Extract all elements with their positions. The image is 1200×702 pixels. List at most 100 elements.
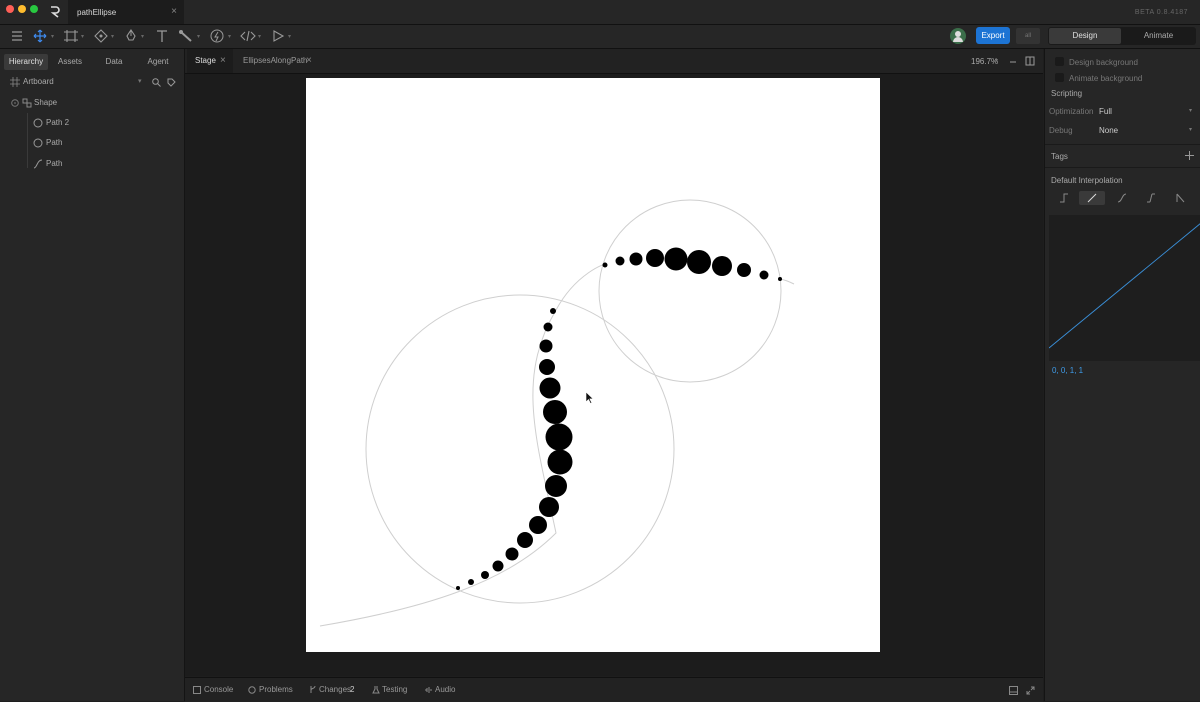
problems-tab[interactable]: Problems <box>259 685 293 694</box>
path-ellipse[interactable] <box>505 547 519 561</box>
path-ellipse[interactable] <box>664 247 688 271</box>
chevron-down-icon[interactable]: ▾ <box>141 33 144 40</box>
small-circle-path[interactable] <box>598 199 782 383</box>
expand-toggle-icon[interactable] <box>11 99 19 107</box>
path-ellipse[interactable] <box>646 249 664 267</box>
tab-animate[interactable]: Animate <box>1122 28 1195 44</box>
move-icon[interactable] <box>32 29 48 43</box>
animate-background-checkbox[interactable] <box>1055 73 1064 82</box>
path-ellipse[interactable] <box>687 250 711 274</box>
path-ellipse[interactable] <box>550 308 556 314</box>
artboard[interactable] <box>306 78 880 652</box>
frame-icon[interactable] <box>63 29 79 43</box>
path-ellipse[interactable] <box>737 263 751 277</box>
cubic-interpolation-button[interactable] <box>1109 191 1135 205</box>
path-ellipse[interactable] <box>543 322 553 332</box>
large-circle-path[interactable] <box>365 294 675 604</box>
tree-item-path-curve[interactable]: Path <box>0 154 184 174</box>
expand-icon[interactable] <box>1026 686 1035 695</box>
path-ellipse[interactable] <box>539 377 561 399</box>
chevron-down-icon[interactable]: ▾ <box>258 33 261 40</box>
path-ellipse[interactable] <box>759 270 769 280</box>
optimization-select[interactable]: Full <box>1099 107 1112 116</box>
path-ellipse[interactable] <box>712 256 732 276</box>
path-ellipse[interactable] <box>539 497 559 517</box>
path-ellipse[interactable] <box>517 532 533 548</box>
chevron-down-icon[interactable]: ▾ <box>1189 126 1192 133</box>
interpolation-curve-editor[interactable] <box>1048 215 1200 361</box>
tab-hierarchy[interactable]: Hierarchy <box>4 54 48 70</box>
path-ellipse[interactable] <box>778 277 782 281</box>
linear-interpolation-button[interactable] <box>1079 191 1105 205</box>
debug-select[interactable]: None <box>1099 126 1118 135</box>
path-ellipse[interactable] <box>545 423 573 451</box>
chevron-down-icon[interactable]: ▾ <box>228 33 231 40</box>
split-view-icon[interactable] <box>1025 56 1035 66</box>
tab-ellipses-along-path[interactable]: EllipsesAlongPath × <box>237 49 319 73</box>
path-ellipse[interactable] <box>543 400 567 424</box>
tab-assets[interactable]: Assets <box>48 54 92 70</box>
tab-design[interactable]: Design <box>1049 28 1121 44</box>
path-ellipse[interactable] <box>492 560 504 572</box>
minimize-window-button[interactable] <box>18 5 26 13</box>
path-ellipse[interactable] <box>629 252 643 266</box>
design-background-checkbox[interactable] <box>1055 57 1064 66</box>
close-tab-icon[interactable]: × <box>306 49 312 73</box>
artboard-row[interactable]: Artboard ▾ <box>0 72 184 92</box>
chevron-down-icon[interactable]: ▾ <box>81 33 84 40</box>
chevron-down-icon[interactable]: ▾ <box>197 33 200 40</box>
tag-icon[interactable] <box>167 78 176 87</box>
chevron-down-icon[interactable]: ▾ <box>51 33 54 40</box>
tree-item-path[interactable]: Path <box>0 133 184 153</box>
elastic-interpolation-button[interactable] <box>1138 191 1164 205</box>
path-ellipse[interactable] <box>456 586 460 590</box>
export-button[interactable]: Export <box>976 27 1010 44</box>
chevron-down-icon[interactable]: ▾ <box>138 72 142 92</box>
path-ellipse[interactable] <box>602 262 608 268</box>
path-ellipse[interactable] <box>615 256 625 266</box>
audio-tab[interactable]: Audio <box>435 685 455 694</box>
bolt-icon[interactable] <box>209 29 225 43</box>
guide-path-tail[interactable] <box>779 278 795 285</box>
minimize-panel-icon[interactable] <box>1008 57 1018 67</box>
chevron-down-icon[interactable]: ▾ <box>1189 107 1192 114</box>
interpolation-value[interactable]: 0, 0, 1, 1 <box>1052 366 1083 375</box>
bone-icon[interactable] <box>178 29 194 43</box>
tab-data[interactable]: Data <box>92 54 136 70</box>
close-window-button[interactable] <box>6 5 14 13</box>
pen-icon[interactable] <box>123 29 139 43</box>
play-icon[interactable] <box>270 29 286 43</box>
zoom-window-button[interactable] <box>30 5 38 13</box>
menu-icon[interactable] <box>9 29 25 43</box>
panel-toggle-icon[interactable] <box>1009 686 1018 695</box>
path-ellipse[interactable] <box>545 475 567 497</box>
add-tag-icon[interactable] <box>1185 151 1194 160</box>
path-ellipse[interactable] <box>539 359 555 375</box>
component-icon[interactable] <box>93 29 109 43</box>
tree-item-path-2[interactable]: Path 2 <box>0 113 184 133</box>
tree-item-shape[interactable]: Shape <box>0 93 184 113</box>
chevron-down-icon[interactable]: ▾ <box>288 33 291 40</box>
hold-interpolation-button[interactable] <box>1051 191 1077 205</box>
text-icon[interactable] <box>154 29 170 43</box>
close-tab-icon[interactable]: × <box>171 6 177 17</box>
path-ellipse[interactable] <box>539 339 553 353</box>
collaboration-badge[interactable]: all <box>1016 28 1040 44</box>
chevron-down-icon[interactable]: ▾ <box>995 57 998 64</box>
chevron-down-icon[interactable]: ▾ <box>111 33 114 40</box>
testing-tab[interactable]: Testing <box>382 685 407 694</box>
changes-tab[interactable]: Changes <box>319 685 351 694</box>
bounce-interpolation-button[interactable] <box>1167 191 1193 205</box>
tab-stage[interactable]: Stage × <box>187 49 233 73</box>
search-icon[interactable] <box>152 78 161 87</box>
code-icon[interactable] <box>240 29 256 43</box>
tab-agent[interactable]: Agent <box>136 54 180 70</box>
path-ellipse[interactable] <box>481 571 489 579</box>
path-ellipse[interactable] <box>468 579 474 585</box>
path-ellipse[interactable] <box>529 516 547 534</box>
path-ellipse[interactable] <box>547 449 573 475</box>
avatar[interactable] <box>950 28 966 44</box>
console-tab[interactable]: Console <box>204 685 233 694</box>
close-tab-icon[interactable]: × <box>220 49 226 73</box>
document-tab[interactable]: pathEllipse × <box>68 0 184 24</box>
